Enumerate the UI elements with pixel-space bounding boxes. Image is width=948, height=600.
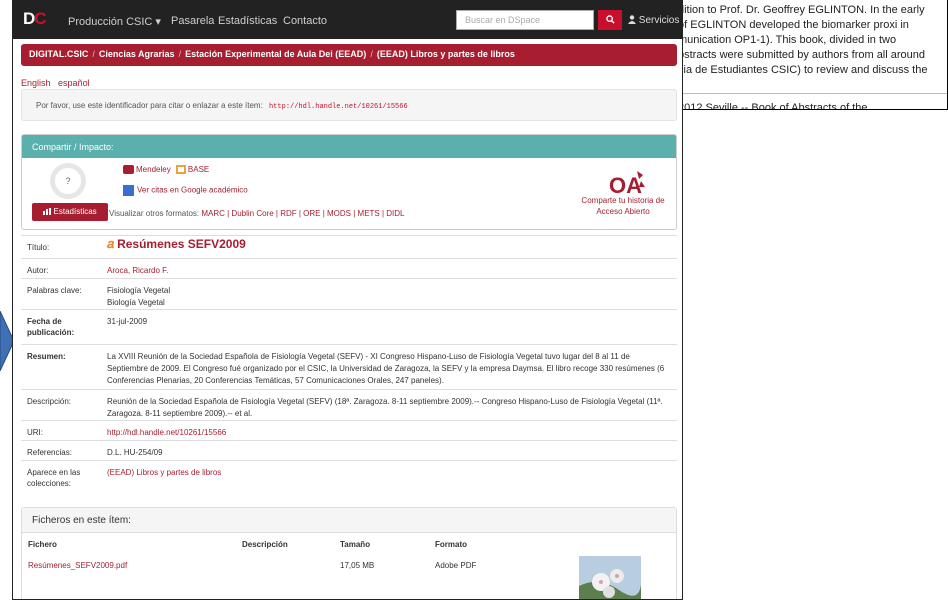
formats-links[interactable]: MARC | Dublin Core | RDF | ORE | MODS | …: [201, 209, 404, 218]
breadcrumb-item[interactable]: DIGITAL.CSIC: [29, 49, 88, 59]
bg-doc-line: 2012 Seville -- Book of Abstracts of the: [678, 102, 868, 110]
mendeley-label: Mendeley: [136, 165, 171, 174]
google-scholar-icon: [123, 185, 134, 196]
nav-estadisticas[interactable]: Estadísticas: [218, 15, 277, 27]
search-icon: [605, 15, 615, 24]
language-switcher: English español: [21, 78, 95, 88]
google-scholar-link[interactable]: Ver citas en Google académico: [123, 185, 248, 196]
cite-text: Por favor, use este identificador para c…: [36, 101, 263, 110]
screenshot: dition to Prof. Dr. Geoffrey EGLINTON. I…: [0, 0, 948, 600]
date-value: 31-jul-2009: [107, 317, 148, 326]
browser-window: DC Producción CSIC ▾ Pasarela Estadístic…: [12, 0, 683, 600]
open-access-story-link[interactable]: Comparte tu historia de Acceso Abierto: [578, 195, 668, 217]
bar-chart-icon: [43, 208, 52, 215]
author-link[interactable]: Aroca, Ricardo F.: [107, 265, 669, 277]
files-panel: Ficheros en este ítem: Fichero Descripci…: [21, 507, 677, 600]
metadata-row-abstract: Resumen: La XVIII Reunión de la Sociedad…: [21, 344, 677, 389]
logo-letter: C: [34, 9, 46, 28]
file-thumbnail[interactable]: [579, 556, 641, 600]
formats-label: Visualizar otros formatos:: [109, 209, 200, 218]
user-icon: [628, 15, 636, 24]
breadcrumb: DIGITAL.CSIC / Ciencias Agrarias / Estación …: [21, 44, 677, 66]
metadata-row-keywords: Palabras clave: Fisiología Vegetal Biolo…: [21, 278, 677, 309]
altmetric-badge[interactable]: ?: [50, 163, 86, 199]
cite-box: Por favor, use este identificador para c…: [21, 89, 677, 121]
nav-pasarela[interactable]: Pasarela: [171, 15, 214, 27]
bg-doc-line: bstracts were submitted by authors from …: [678, 49, 926, 61]
file-size: 17,05 MB: [340, 561, 375, 570]
author-label: Autor:: [27, 266, 49, 275]
lang-english[interactable]: English: [21, 78, 51, 88]
bg-doc-line: cia de Estudiantes CSIC) to review and d…: [678, 64, 928, 76]
metadata-row-collections: Aparece en las colecciones: (EEAD) Libro…: [21, 460, 677, 498]
open-access-logo-icon[interactable]: OA: [607, 167, 647, 197]
column-header-file: Fichero: [28, 540, 57, 549]
references-value: D.L. HU-254/09: [107, 448, 163, 457]
bg-doc-line: dition to Prof. Dr. Geoffrey EGLINTON. I…: [678, 4, 925, 16]
abstract-label: Resumen:: [27, 352, 66, 361]
metadata-row-title: Título: 𝑎 Resúmenes SEFV2009: [21, 235, 677, 258]
search-button[interactable]: [598, 10, 622, 30]
servicios-label: Servicios ▾: [638, 15, 683, 26]
date-label: Fecha de publicación:: [27, 317, 75, 337]
logo-letter: D: [23, 9, 35, 28]
uri-label: URI:: [27, 428, 43, 437]
column-header-description: Descripción: [242, 540, 288, 549]
file-link[interactable]: Resúmenes_SEFV2009.pdf: [28, 561, 127, 570]
description-label: Descripción:: [27, 397, 72, 406]
servicios-menu[interactable]: Servicios ▾: [628, 15, 683, 26]
bg-doc-line: munication OP1-1). This book, divided in…: [678, 34, 897, 46]
mendeley-link[interactable]: Mendeley BASE: [123, 165, 210, 175]
svg-text:OA: OA: [609, 173, 642, 197]
breadcrumb-item[interactable]: Estación Experimental de Aula Dei (EEAD): [185, 49, 366, 59]
file-format: Adobe PDF: [435, 561, 477, 570]
statistics-label: Estadísticas: [53, 207, 97, 216]
collection-link[interactable]: (EEAD) Libros y partes de libros: [107, 467, 669, 479]
metadata-row-uri: URI: http://hdl.handle.net/10261/15566: [21, 420, 677, 440]
nav-produccion[interactable]: Producción CSIC ▾: [68, 15, 161, 28]
metadata-row-references: Referencias: D.L. HU-254/09: [21, 440, 677, 460]
share-header: Compartir / Impacto:: [22, 135, 676, 158]
background-document: dition to Prof. Dr. Geoffrey EGLINTON. I…: [660, 0, 948, 110]
base-icon: [175, 165, 186, 175]
metadata-row-date: Fecha de publicación: 31-jul-2009: [21, 309, 677, 344]
title-text: Resúmenes SEFV2009: [117, 237, 246, 251]
statistics-button[interactable]: Estadísticas: [32, 203, 108, 221]
keywords-label: Palabras clave:: [27, 286, 82, 295]
open-lock-icon: 𝑎: [107, 236, 115, 251]
references-label: Referencias:: [27, 448, 72, 457]
column-header-format: Formato: [435, 540, 467, 549]
item-title: 𝑎 Resúmenes SEFV2009: [107, 236, 669, 251]
logo[interactable]: DC: [23, 9, 47, 29]
other-formats: Visualizar otros formatos: MARC | Dublin…: [109, 209, 405, 218]
keyword: Biología Vegetal: [107, 298, 165, 307]
breadcrumb-item[interactable]: Ciencias Agrarias: [99, 49, 175, 59]
base-label: BASE: [187, 165, 210, 174]
search-input[interactable]: Buscar en DSpace: [456, 10, 594, 30]
keywords-value: Fisiología Vegetal Biología Vegetal: [107, 285, 669, 309]
collections-label: Aparece en las colecciones:: [27, 468, 81, 488]
breadcrumb-item[interactable]: (EEAD) Libros y partes de libros: [377, 49, 515, 59]
title-label: Título:: [27, 243, 50, 252]
mendeley-icon: [123, 165, 134, 175]
lang-espanol[interactable]: español: [58, 78, 90, 88]
top-navbar: DC Producción CSIC ▾ Pasarela Estadístic…: [13, 0, 682, 39]
files-header: Ficheros en este ítem:: [22, 508, 676, 533]
uri-link[interactable]: http://hdl.handle.net/10261/15566: [107, 427, 669, 439]
bg-doc-line: of EGLINTON developed the biomarker prox…: [678, 19, 909, 31]
metadata-row-author: Autor: Aroca, Ricardo F.: [21, 258, 677, 278]
abstract-value: La XVIII Reunión de la Sociedad Española…: [107, 352, 665, 385]
bg-doc-divider: [660, 93, 947, 94]
keyword: Fisiología Vegetal: [107, 286, 171, 295]
share-panel: Compartir / Impacto: ? Estadísticas Mend…: [21, 134, 677, 230]
metadata-row-description: Descripción: Reunión de la Sociedad Espa…: [21, 389, 677, 420]
cite-url[interactable]: http://hdl.handle.net/10261/15566: [269, 103, 408, 111]
description-value: Reunión de la Sociedad Española de Fisio…: [107, 397, 663, 418]
google-scholar-label: Ver citas en Google académico: [137, 185, 248, 195]
nav-contacto[interactable]: Contacto: [283, 15, 327, 27]
column-header-size: Tamaño: [340, 540, 371, 549]
